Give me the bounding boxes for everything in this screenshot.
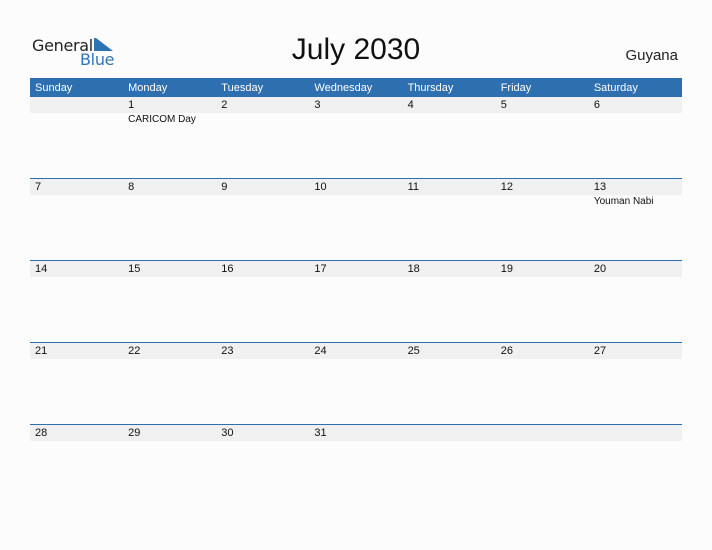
event-row xyxy=(30,277,682,291)
date-row: 7 8 9 10 11 12 13 xyxy=(30,179,682,195)
day-cell-body xyxy=(30,441,123,455)
day-number: 17 xyxy=(314,263,327,275)
day-number: 25 xyxy=(407,345,420,357)
weeks-container: 1 2 3 4 5 6 CARICOM Day 7 8 9 10 11 12 13 Youman Nabi 1… xyxy=(30,97,682,506)
weekday-tuesday: Tuesday xyxy=(221,82,264,94)
day-cell-body xyxy=(30,277,123,291)
day-number: 10 xyxy=(314,181,327,193)
date-row: 14 15 16 17 18 19 20 xyxy=(30,261,682,277)
day-cell-body xyxy=(123,195,216,209)
day-number: 30 xyxy=(221,427,234,439)
day-cell-body xyxy=(496,113,589,127)
day-number: 2 xyxy=(221,99,228,111)
day-number xyxy=(403,425,496,441)
day-cell-body xyxy=(589,277,682,291)
day-cell-body xyxy=(30,195,123,209)
day-cell-body xyxy=(309,277,402,291)
weekday-header: Sunday Monday Tuesday Wednesday Thursday… xyxy=(30,78,682,97)
event-row xyxy=(30,359,682,373)
date-row: 28 29 30 31 xyxy=(30,425,682,441)
day-number: 4 xyxy=(407,99,414,111)
day-cell-body xyxy=(216,113,309,127)
month-calendar: Sunday Monday Tuesday Wednesday Thursday… xyxy=(30,78,682,506)
day-cell-body xyxy=(589,441,682,455)
day-number xyxy=(496,425,589,441)
day-number: 3 xyxy=(314,99,321,111)
week-row: 14 15 16 17 18 19 20 xyxy=(30,260,682,342)
country-label: Guyana xyxy=(625,47,678,64)
week-row: 21 22 23 24 25 26 27 xyxy=(30,342,682,424)
week-row: 1 2 3 4 5 6 CARICOM Day xyxy=(30,97,682,178)
day-cell-body xyxy=(496,441,589,455)
day-cell-body xyxy=(216,195,309,209)
day-cell-body xyxy=(589,113,682,127)
calendar-title: July 2030 xyxy=(291,33,421,66)
event-row xyxy=(30,441,682,455)
weekday-friday: Friday xyxy=(500,82,532,94)
day-number xyxy=(30,97,123,113)
day-cell-body xyxy=(309,195,402,209)
day-cell-body xyxy=(403,195,496,209)
day-number: 22 xyxy=(128,345,141,357)
day-number: 28 xyxy=(35,427,48,439)
day-cell-body xyxy=(123,277,216,291)
event-row: CARICOM Day xyxy=(30,113,682,127)
day-number: 16 xyxy=(221,263,234,275)
weekday-monday: Monday xyxy=(128,82,168,94)
day-cell-body xyxy=(309,359,402,373)
weekday-thursday: Thursday xyxy=(407,82,454,94)
day-number: 15 xyxy=(128,263,141,275)
day-cell-body xyxy=(589,359,682,373)
day-cell-body xyxy=(403,113,496,127)
day-number: 18 xyxy=(407,263,420,275)
day-number: 5 xyxy=(500,99,507,111)
day-cell-body xyxy=(216,359,309,373)
holiday-label: Youman Nabi xyxy=(593,196,654,207)
day-number: 1 xyxy=(128,99,135,111)
day-cell-body xyxy=(309,441,402,455)
day-number: 19 xyxy=(500,263,513,275)
day-number xyxy=(589,425,682,441)
day-number: 29 xyxy=(128,427,141,439)
day-cell-body xyxy=(30,113,123,127)
day-cell-body xyxy=(123,359,216,373)
holiday-label: CARICOM Day xyxy=(128,114,196,125)
day-number: 9 xyxy=(221,181,228,193)
day-number: 31 xyxy=(314,427,327,439)
date-row: 1 2 3 4 5 6 xyxy=(30,97,682,113)
weekday-saturday: Saturday xyxy=(593,82,638,94)
day-cell-body xyxy=(216,277,309,291)
day-number: 13 xyxy=(593,181,607,193)
weekday-wednesday: Wednesday xyxy=(314,82,373,94)
day-number: 12 xyxy=(500,181,513,193)
day-cell-body xyxy=(123,441,216,455)
day-number: 14 xyxy=(35,263,48,275)
week-row: 28 29 30 31 xyxy=(30,424,682,506)
day-cell-body xyxy=(403,277,496,291)
day-number: 7 xyxy=(35,181,42,193)
day-cell-body xyxy=(403,359,496,373)
day-number: 27 xyxy=(593,345,607,357)
day-cell-body xyxy=(403,441,496,455)
day-number: 8 xyxy=(128,181,135,193)
day-cell-body xyxy=(216,441,309,455)
day-cell-body xyxy=(496,277,589,291)
day-cell-body xyxy=(496,195,589,209)
day-number: 26 xyxy=(500,345,513,357)
day-number: 23 xyxy=(221,345,234,357)
day-number: 20 xyxy=(593,263,607,275)
day-cell-body xyxy=(30,359,123,373)
event-row: Youman Nabi xyxy=(30,195,682,209)
date-row: 21 22 23 24 25 26 27 xyxy=(30,343,682,359)
week-row: 7 8 9 10 11 12 13 Youman Nabi xyxy=(30,178,682,260)
weekday-sunday: Sunday xyxy=(35,82,73,94)
day-number: 21 xyxy=(35,345,48,357)
day-number: 11 xyxy=(407,181,419,193)
day-cell-body xyxy=(496,359,589,373)
day-number: 6 xyxy=(593,99,600,111)
day-number: 24 xyxy=(314,345,327,357)
day-cell-body xyxy=(309,113,402,127)
